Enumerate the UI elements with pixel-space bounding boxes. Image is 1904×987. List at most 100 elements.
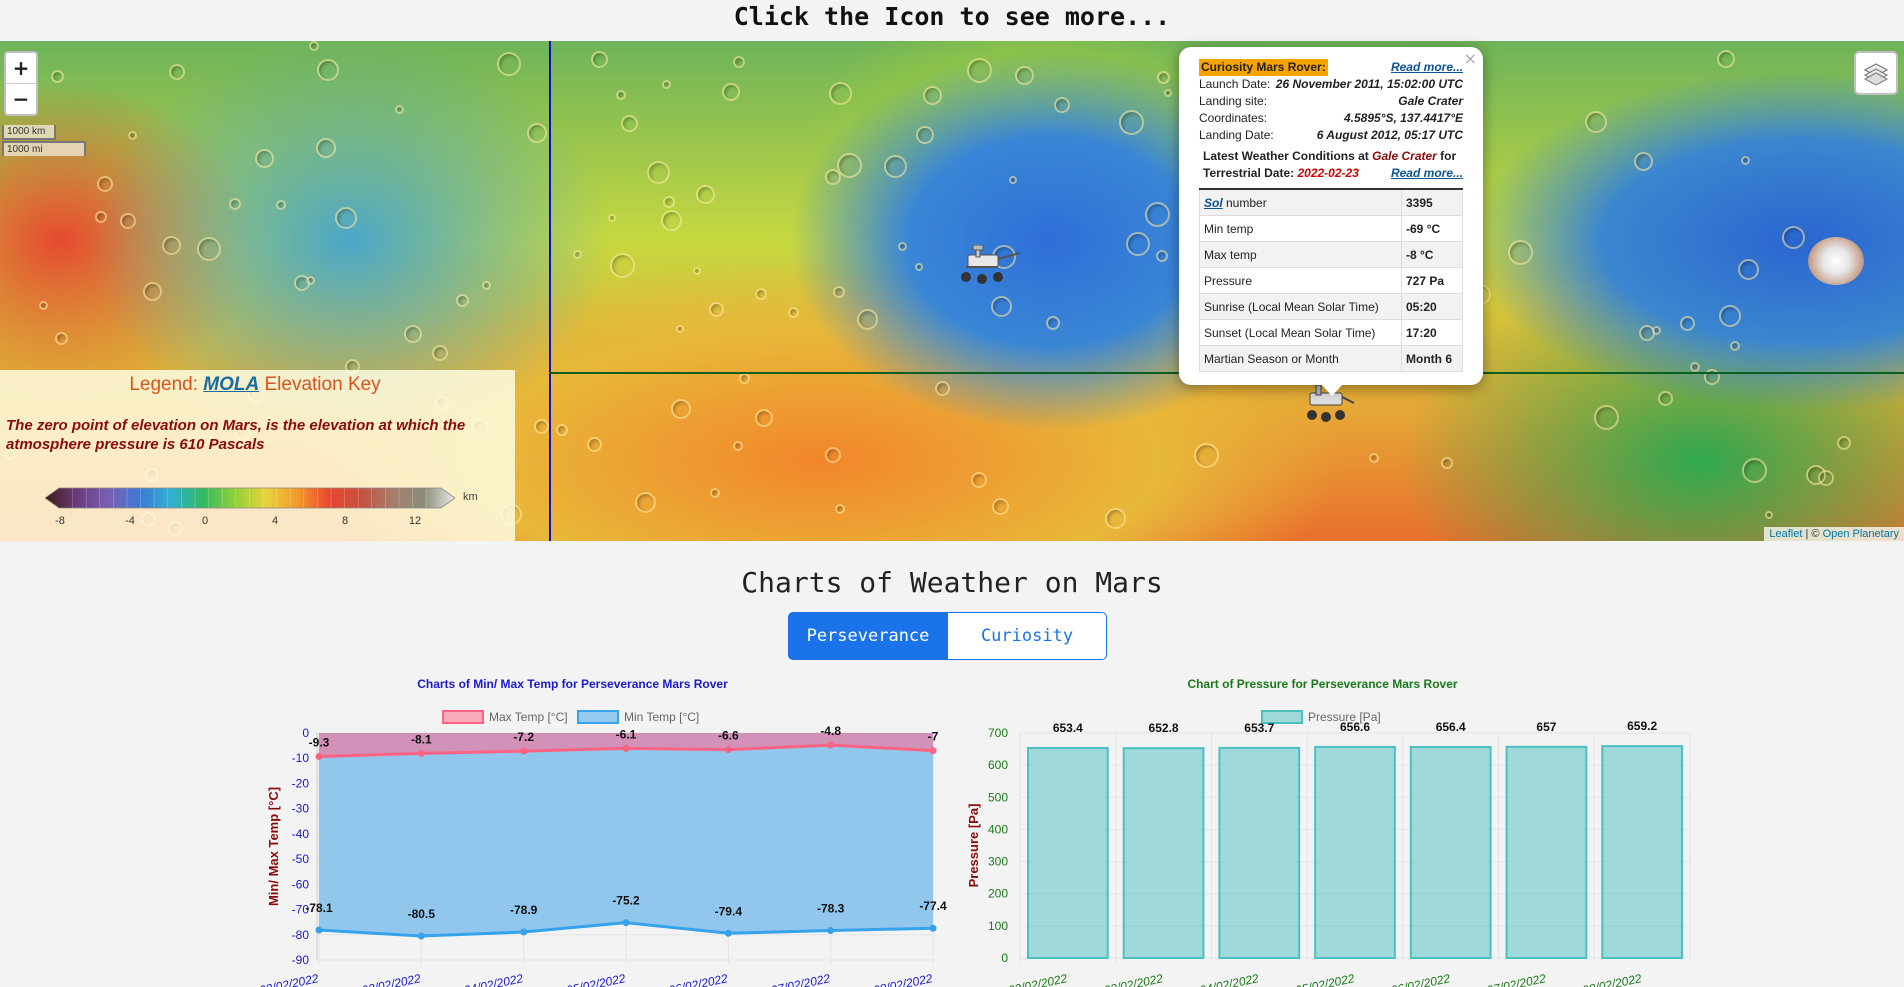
min-temp-data-label: -78.1 (305, 901, 333, 915)
crater (573, 250, 582, 259)
crater (95, 211, 107, 223)
pressure-data-label: 653.7 (1244, 721, 1274, 735)
crater (1806, 465, 1826, 485)
min-temp-point (520, 928, 528, 936)
crater (128, 131, 137, 140)
table-row: Martian Season or Month Month 6 (1199, 345, 1463, 372)
y-tick-label: -50 (292, 852, 310, 866)
table-row: Sunrise (Local Mean Solar Time) 05:20 (1199, 293, 1463, 320)
crater (991, 296, 1012, 317)
layers-button[interactable] (1854, 51, 1898, 95)
zoom-out-button[interactable]: − (6, 83, 36, 114)
crater (309, 41, 319, 51)
max-temp-point (622, 744, 630, 752)
min-temp-point (929, 924, 937, 932)
crater (229, 198, 241, 210)
crater (1717, 50, 1735, 68)
min-temp-point (622, 919, 630, 927)
crater (1738, 259, 1759, 280)
leaflet-link[interactable]: Leaflet (1769, 528, 1802, 540)
crater (1156, 250, 1168, 262)
crater (1634, 152, 1653, 171)
crater (527, 123, 547, 143)
y-tick-label: 0 (1001, 951, 1008, 965)
pressure-bar (1409, 746, 1492, 960)
crater (556, 424, 568, 436)
crater (608, 214, 616, 222)
crater (404, 325, 422, 343)
crater (829, 82, 852, 105)
pressure-data-label: 659.2 (1627, 719, 1657, 733)
x-tick-label: 03/02/2022 (360, 971, 422, 987)
rover-popup: × Curiosity Mars Rover: Read more... Lau… (1179, 47, 1483, 385)
legend-unit: km (463, 491, 478, 503)
tab-perseverance[interactable]: Perseverance (788, 612, 948, 660)
max-temp-data-label: -9.3 (309, 735, 330, 749)
pressure-chart-title: Chart of Pressure for Perseverance Mars … (1187, 677, 1458, 691)
elevation-color-bar (45, 487, 455, 509)
mola-link[interactable]: MOLA (203, 374, 259, 395)
zoom-in-button[interactable]: + (6, 53, 36, 83)
crater (635, 492, 656, 513)
max-temp-data-label: -7.2 (513, 730, 534, 744)
rover-tabs: Perseverance Curiosity (788, 612, 1107, 660)
rover-name: Curiosity Mars Rover: (1199, 59, 1328, 76)
crater (169, 64, 185, 80)
scale-km: 1000 km (2, 125, 56, 140)
crater (825, 169, 841, 185)
popup-close-icon[interactable]: × (1464, 49, 1477, 68)
y-axis-label: Min/ Max Temp [°C] (266, 787, 281, 906)
x-tick-label: 05/02/2022 (1294, 971, 1356, 987)
mars-map[interactable]: + − 1000 km 1000 mi Legend: MOLA Elevati… (0, 41, 1904, 541)
crater (587, 437, 602, 452)
perseverance-rover-icon[interactable] (954, 245, 1024, 287)
crater (316, 138, 336, 158)
open-planetary-link[interactable]: Open Planetary (1823, 528, 1899, 540)
crater (432, 345, 448, 361)
crater (722, 83, 740, 101)
crater (294, 275, 310, 291)
y-tick-label: -40 (292, 827, 310, 841)
zoom-control: + − (4, 51, 38, 116)
crater (317, 59, 339, 81)
legend-tick-label: -8 (55, 515, 65, 527)
elevation-legend: Legend: MOLA Elevation Key The zero poin… (0, 370, 515, 541)
max-temp-data-label: -6.1 (616, 727, 637, 741)
crater (1164, 89, 1172, 97)
crater (647, 161, 670, 184)
temp-chart-title: Charts of Min/ Max Temp for Perseverance… (417, 677, 728, 691)
crater (97, 176, 113, 192)
pressure-bar (1314, 745, 1396, 960)
min-temp-point (315, 926, 323, 934)
launch-date-row: Launch Date: 26 November 2011, 15:02:00 … (1199, 77, 1463, 91)
y-tick-label: 300 (988, 855, 1008, 869)
crater (1015, 66, 1034, 85)
crater (1765, 511, 1773, 519)
x-tick-label: 04/02/2022 (1198, 971, 1260, 987)
pressure-data-label: 656.6 (1340, 720, 1370, 734)
tab-curiosity[interactable]: Curiosity (948, 612, 1107, 660)
crater (696, 185, 715, 204)
landing-date-row: Landing Date: 6 August 2012, 05:17 UTC (1199, 128, 1463, 142)
pressure-bar (1027, 746, 1109, 959)
sol-link[interactable]: Sol (1204, 196, 1223, 210)
legend-label-min-temp: Min Temp [°C] (624, 710, 699, 724)
table-row: Min temp -69 °C (1199, 215, 1463, 242)
table-row: Sunset (Local Mean Solar Time) 17:20 (1199, 319, 1463, 346)
crater (621, 115, 638, 132)
y-tick-label: -30 (292, 802, 310, 816)
crater (1054, 97, 1070, 113)
crater (1105, 508, 1126, 529)
y-tick-label: -20 (292, 776, 310, 790)
pressure-chart: Pressure [Pa] 0 100 200 300 400 500 600 700 653.4… (966, 710, 1691, 987)
volcano-feature (1808, 237, 1864, 285)
pressure-data-label: 653.4 (1053, 721, 1083, 735)
pressure-bar (1601, 745, 1683, 959)
scale-mi: 1000 mi (2, 141, 86, 156)
weather-read-more-link[interactable]: Read more... (1391, 165, 1463, 182)
legend-swatch-max-temp (442, 710, 484, 724)
crater (1369, 453, 1379, 463)
crater (1046, 316, 1060, 330)
rover-read-more-link[interactable]: Read more... (1391, 59, 1463, 76)
x-tick-label: 08/02/2022 (872, 971, 934, 987)
